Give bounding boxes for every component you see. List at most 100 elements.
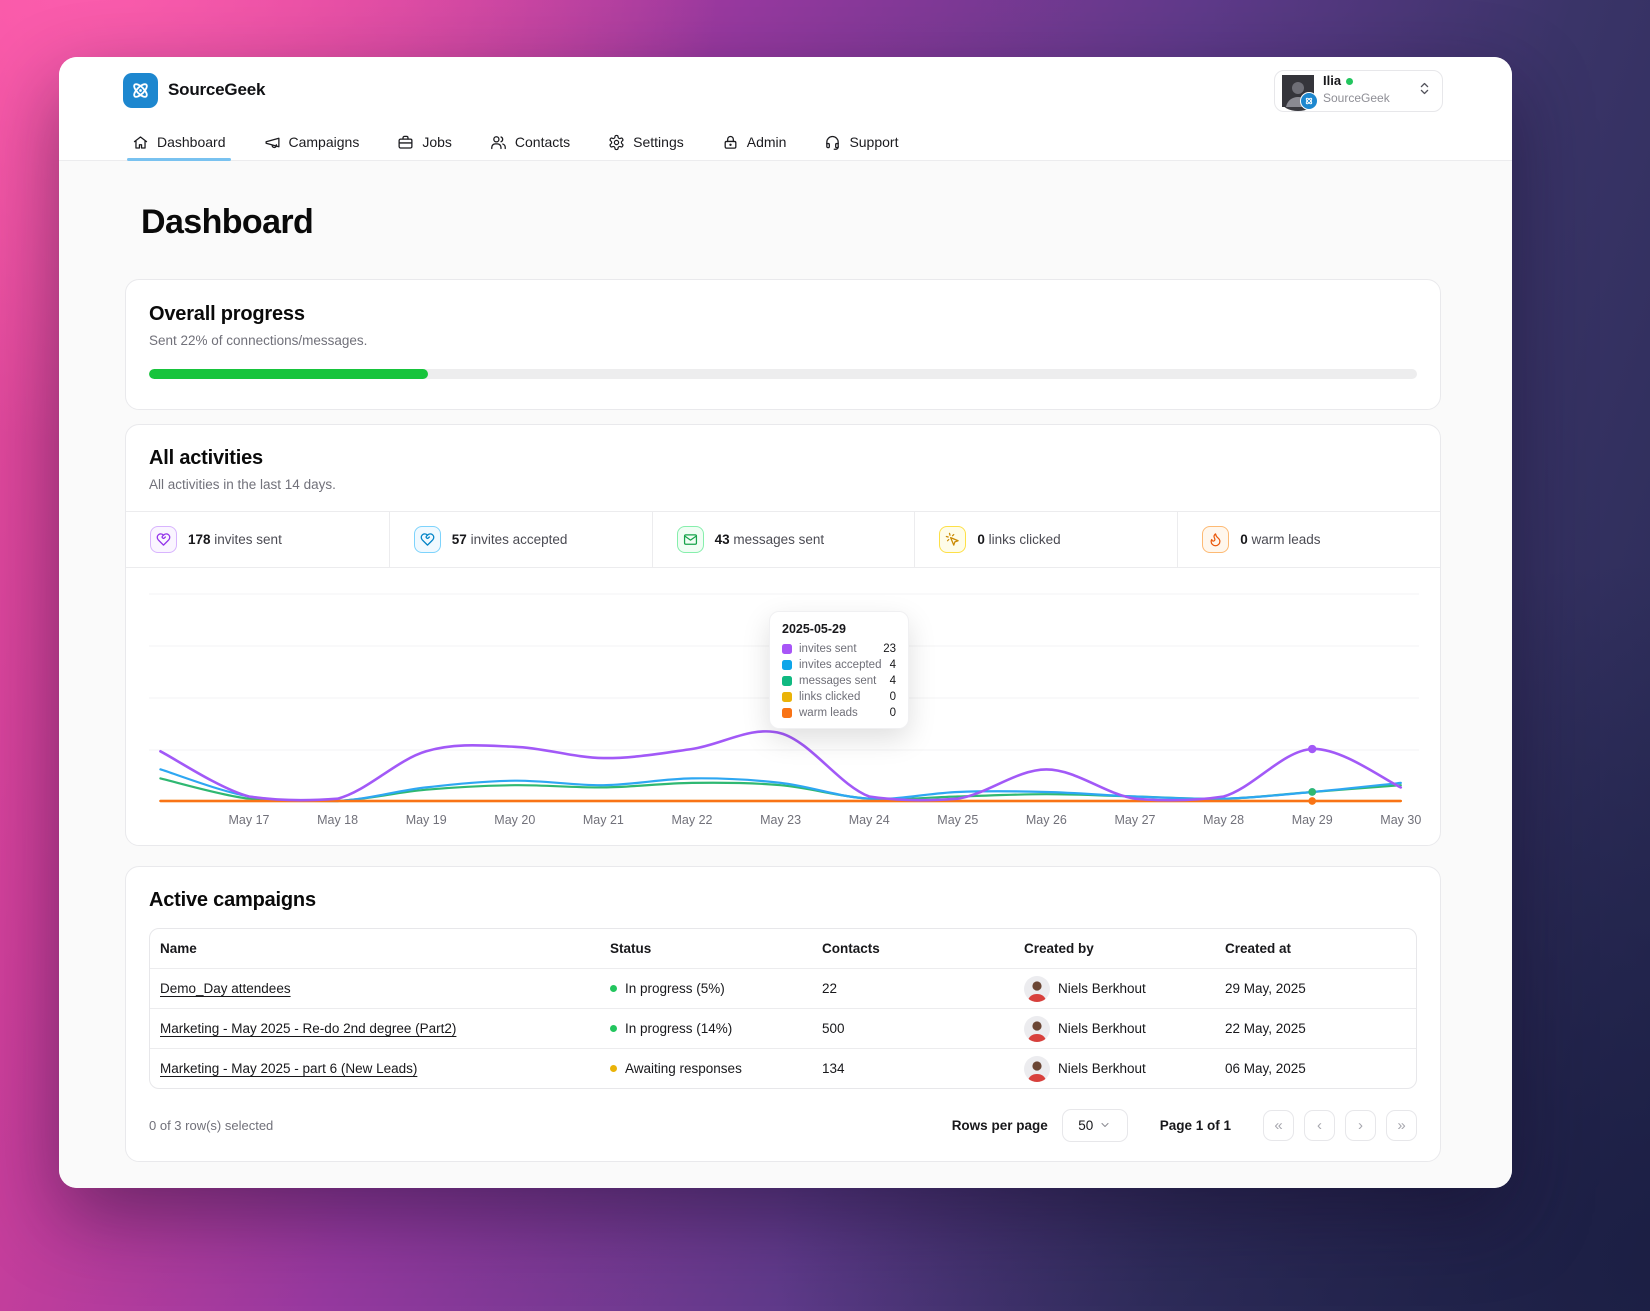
svg-text:May 29: May 29 xyxy=(1292,813,1333,827)
table-header-row: Name Status Contacts Created by Created … xyxy=(150,929,1416,968)
overall-progress-title: Overall progress xyxy=(149,303,305,325)
stat-label: 0 warm leads xyxy=(1240,532,1321,547)
stat-warm-leads[interactable]: 0 warm leads xyxy=(1177,512,1440,567)
nav-label: Dashboard xyxy=(157,134,226,150)
nav-label: Campaigns xyxy=(288,134,360,150)
first-page-button[interactable]: « xyxy=(1263,1109,1294,1141)
series-swatch xyxy=(782,644,792,654)
progress-bar-fill xyxy=(149,369,428,379)
svg-text:May 23: May 23 xyxy=(760,813,801,827)
app-header: SourceGeek Ilia SourceGeek Dashboard Cam… xyxy=(59,57,1512,161)
overall-progress-card: Overall progress Sent 22% of connections… xyxy=(125,279,1441,410)
status-dot xyxy=(610,1065,617,1072)
series-swatch xyxy=(782,660,792,670)
creator-avatar xyxy=(1024,1015,1050,1042)
creator-name: Niels Berkhout xyxy=(1058,981,1146,996)
contacts-count: 22 xyxy=(822,981,838,996)
tooltip-row: invites sent 23 xyxy=(782,643,896,655)
campaign-link[interactable]: Demo_Day attendees xyxy=(160,981,291,996)
status-text: In progress (14%) xyxy=(625,1021,733,1036)
campaigns-table: Name Status Contacts Created by Created … xyxy=(149,928,1417,1089)
heart-handshake-icon xyxy=(413,526,441,553)
nav-item-support[interactable]: Support xyxy=(819,124,903,160)
active-campaigns-card: Active campaigns Name Status Contacts Cr… xyxy=(125,866,1441,1162)
pointer-click-icon xyxy=(939,526,967,553)
nav-item-contacts[interactable]: Contacts xyxy=(485,124,575,160)
campaign-link[interactable]: Marketing - May 2025 - part 6 (New Leads… xyxy=(160,1061,417,1076)
selection-count: 0 of 3 row(s) selected xyxy=(149,1117,274,1133)
nav-label: Support xyxy=(849,134,899,150)
col-header-contacts: Contacts xyxy=(822,941,880,956)
creator-avatar xyxy=(1024,975,1050,1002)
svg-text:May 18: May 18 xyxy=(317,813,358,827)
creator-avatar xyxy=(1024,1055,1050,1082)
campaign-link[interactable]: Marketing - May 2025 - Re-do 2nd degree … xyxy=(160,1021,456,1036)
status-text: Awaiting responses xyxy=(625,1061,742,1076)
lock-icon xyxy=(724,135,737,149)
heart-handshake-icon xyxy=(150,526,177,553)
stat-links-clicked[interactable]: 0 links clicked xyxy=(914,512,1177,567)
chevron-down-icon xyxy=(1101,1122,1109,1128)
status-dot xyxy=(610,1025,617,1032)
sourcegeek-logo-icon xyxy=(123,72,158,108)
stat-label: 0 links clicked xyxy=(977,532,1061,547)
nav-item-admin[interactable]: Admin xyxy=(717,124,792,160)
gear-icon xyxy=(609,134,624,150)
page-indicator: Page 1 of 1 xyxy=(1159,1117,1231,1133)
tooltip-row: warm leads 0 xyxy=(782,707,896,719)
tooltip-row: links clicked 0 xyxy=(782,691,896,703)
nav-item-settings[interactable]: Settings xyxy=(603,124,689,160)
brand-name: SourceGeek xyxy=(168,80,266,99)
prev-page-button[interactable]: ‹ xyxy=(1304,1109,1335,1141)
next-page-button[interactable]: › xyxy=(1345,1109,1376,1141)
col-header-name: Name xyxy=(160,941,197,956)
rows-per-page-value: 50 xyxy=(1078,1117,1094,1133)
brand[interactable]: SourceGeek xyxy=(123,72,265,108)
svg-text:May 17: May 17 xyxy=(229,813,270,827)
series-swatch xyxy=(782,692,792,702)
headset-icon xyxy=(826,135,840,150)
contacts-count: 134 xyxy=(822,1061,845,1076)
all-activities-subtitle: All activities in the last 14 days. xyxy=(149,477,336,492)
status-dot xyxy=(610,985,617,992)
last-page-button[interactable]: » xyxy=(1386,1109,1417,1141)
nav-label: Jobs xyxy=(422,134,452,150)
nav-item-jobs[interactable]: Jobs xyxy=(392,124,457,160)
stat-label: 57 invites accepted xyxy=(451,532,568,547)
app-window: SourceGeek Ilia SourceGeek Dashboard Cam… xyxy=(59,57,1512,1188)
stat-label: 178 invites sent xyxy=(188,532,282,547)
col-header-created-at: Created at xyxy=(1225,941,1292,956)
svg-text:May 30: May 30 xyxy=(1380,813,1421,827)
created-at: 29 May, 2025 xyxy=(1225,981,1306,996)
contacts-count: 500 xyxy=(822,1021,845,1036)
users-icon xyxy=(491,135,506,149)
series-swatch xyxy=(782,708,792,718)
stat-messages-sent[interactable]: 43 messages sent xyxy=(651,512,915,567)
desktop-background: SourceGeek Ilia SourceGeek Dashboard Cam… xyxy=(0,0,1650,1311)
series-swatch xyxy=(782,676,792,686)
tooltip-date: 2025-05-29 xyxy=(782,622,846,636)
chevrons-up-down-icon xyxy=(1417,81,1432,101)
user-name: Ilia xyxy=(1323,73,1342,89)
active-campaigns-title: Active campaigns xyxy=(149,889,316,911)
briefcase-icon xyxy=(398,135,413,149)
table-row[interactable]: Demo_Day attendees In progress (5%) 22 N… xyxy=(150,968,1416,1008)
col-header-status: Status xyxy=(610,941,652,956)
tooltip-row: messages sent 4 xyxy=(782,675,896,687)
table-row[interactable]: Marketing - May 2025 - Re-do 2nd degree … xyxy=(150,1008,1416,1048)
table-row[interactable]: Marketing - May 2025 - part 6 (New Leads… xyxy=(150,1048,1416,1088)
table-footer: 0 of 3 row(s) selected Rows per page 50 … xyxy=(149,1108,1417,1142)
nav-label: Settings xyxy=(633,134,684,150)
mail-check-icon xyxy=(676,526,704,553)
nav-label: Contacts xyxy=(514,134,571,150)
user-org: SourceGeek xyxy=(1323,91,1390,106)
svg-text:May 22: May 22 xyxy=(672,813,713,827)
stat-invites-accepted[interactable]: 57 invites accepted xyxy=(388,512,652,567)
rows-per-page-select[interactable]: 50 xyxy=(1061,1108,1128,1142)
nav-item-dashboard[interactable]: Dashboard xyxy=(127,124,231,161)
account-switcher[interactable]: Ilia SourceGeek xyxy=(1274,70,1443,112)
nav-item-campaigns[interactable]: Campaigns xyxy=(259,124,365,160)
stat-invites-sent[interactable]: 178 invites sent xyxy=(126,512,389,567)
svg-text:May 26: May 26 xyxy=(1026,813,1067,827)
stat-label: 43 messages sent xyxy=(714,532,825,547)
